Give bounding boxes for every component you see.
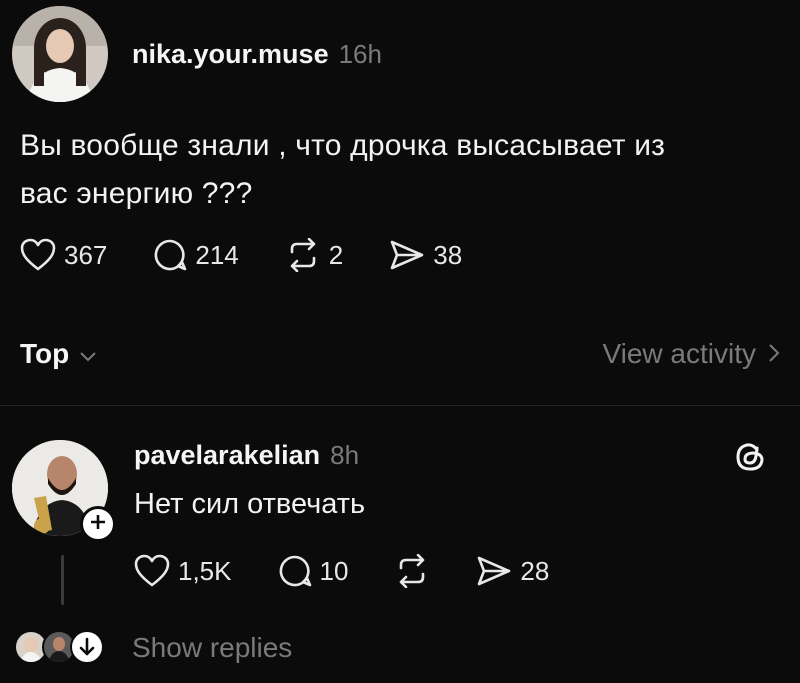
reply-comment-count: 10 [319, 555, 349, 586]
divider [0, 405, 800, 406]
comment-count: 214 [195, 239, 239, 270]
comment-icon [153, 238, 187, 272]
post-actions: 367 214 2 38 [20, 238, 508, 272]
post-text: Вы вообще знали , что дрочка высасывает … [20, 122, 780, 218]
author-name[interactable]: nika.your.muse [132, 39, 329, 70]
share-icon [476, 554, 512, 588]
chevron-down-icon [79, 338, 97, 370]
plus-icon [90, 514, 106, 535]
reply-header: pavelarakelian 8h [134, 440, 359, 471]
reply-repost-button[interactable] [394, 554, 430, 588]
arrow-down-icon [70, 630, 104, 664]
reply-time: 8h [330, 440, 360, 470]
post-header: nika.your.muse 16h [12, 6, 382, 102]
repost-count: 2 [328, 239, 344, 270]
share-icon [389, 238, 425, 272]
reply-text: Нет сил отвечать [134, 488, 366, 520]
reply-share-button[interactable]: 28 [476, 554, 549, 588]
chevron-right-icon [768, 338, 780, 370]
heart-icon [134, 554, 170, 588]
threads-logo-icon[interactable] [733, 440, 767, 479]
share-count: 38 [433, 239, 463, 270]
reply-actions: 1,5K 10 28 [134, 554, 595, 588]
sort-dropdown[interactable]: Top [20, 338, 97, 370]
share-button[interactable]: 38 [389, 238, 462, 272]
reply-avatar-container [12, 440, 116, 542]
reply-like-button[interactable]: 1,5K [134, 554, 232, 588]
view-activity-label: View activity [602, 338, 756, 369]
author-avatar[interactable] [12, 6, 108, 102]
like-count: 367 [64, 239, 108, 270]
comment-button[interactable]: 214 [153, 238, 239, 272]
follow-button[interactable] [80, 506, 116, 542]
reply-comment-button[interactable]: 10 [278, 554, 349, 588]
show-replies-row[interactable]: Show replies [14, 628, 292, 668]
repost-icon [285, 238, 321, 272]
show-replies-link[interactable]: Show replies [132, 632, 292, 664]
comment-icon [278, 554, 312, 588]
reply-share-count: 28 [520, 555, 550, 586]
repost-button[interactable]: 2 [285, 238, 343, 272]
like-button[interactable]: 367 [20, 238, 107, 272]
repost-icon [394, 554, 430, 588]
replies-header: Top View activity [20, 338, 780, 370]
reply-like-count: 1,5K [178, 555, 232, 586]
post-text-line: вас энергию ??? [20, 177, 253, 210]
view-activity-link[interactable]: View activity [602, 338, 780, 370]
reply-author-name[interactable]: pavelarakelian [134, 440, 320, 471]
replier-avatars [14, 628, 110, 668]
thread-line [61, 555, 64, 605]
post-text-line: Вы вообще знали , что дрочка высасывает … [20, 129, 666, 162]
post-time: 16h [338, 38, 382, 69]
heart-icon [20, 238, 56, 272]
sort-label: Top [20, 338, 70, 369]
